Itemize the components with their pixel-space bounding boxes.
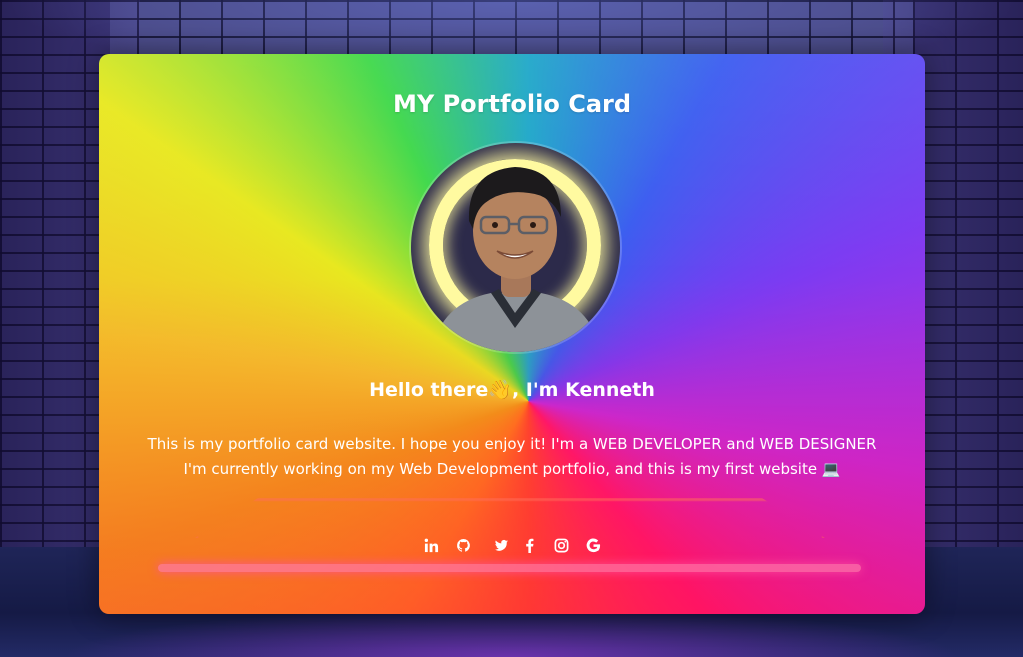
social-links — [99, 536, 925, 554]
google-icon[interactable] — [584, 536, 602, 554]
greeting-heading: Hello there👋, I'm Kenneth — [369, 379, 655, 401]
linkedin-icon[interactable] — [422, 536, 440, 554]
avatar-photo — [411, 143, 620, 352]
twitter-icon[interactable] — [492, 536, 510, 554]
card-title: MY Portfolio Card — [392, 90, 632, 118]
instagram-icon[interactable] — [552, 536, 570, 554]
facebook-icon[interactable] — [520, 536, 538, 554]
neon-bar — [158, 564, 861, 572]
github-icon[interactable] — [454, 536, 472, 554]
neon-outline — [195, 498, 825, 538]
avatar — [411, 143, 620, 352]
portfolio-card: MY Portfolio Card Hello there👋, I'm Kenn… — [99, 54, 925, 614]
bio-text: This is my portfolio card website. I hop… — [147, 435, 877, 478]
floor-glow — [60, 607, 963, 657]
